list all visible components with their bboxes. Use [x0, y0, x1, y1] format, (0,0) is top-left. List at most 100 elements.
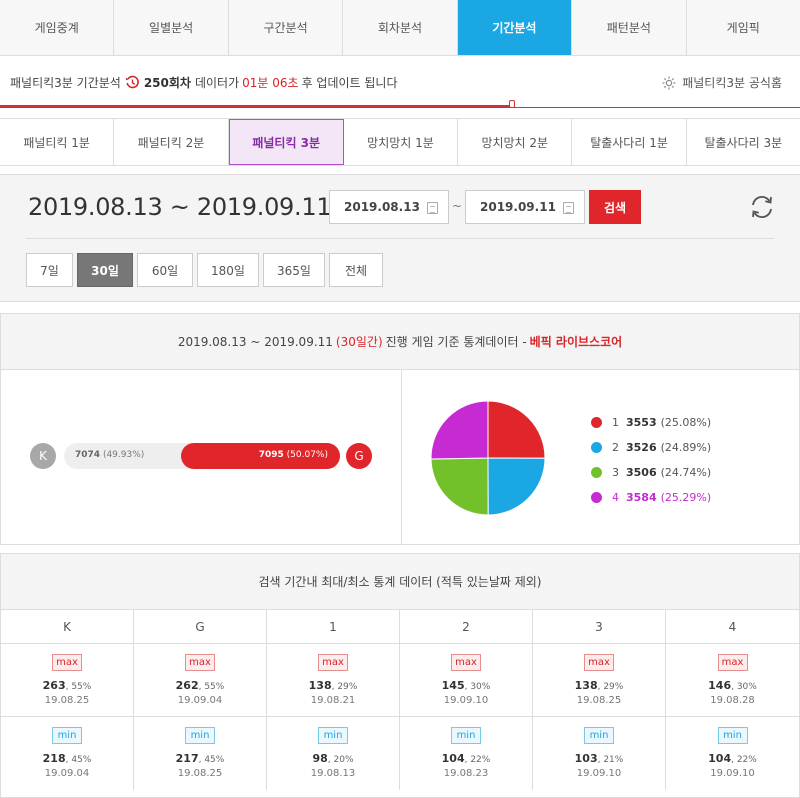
update-status-bar: 패널티킥3분 기간분석 250회차 데이터가 01분 06초 후 업데이트 됩니…	[0, 56, 800, 108]
calendar-icon[interactable]	[563, 202, 574, 214]
min-value: 104, 22%	[441, 752, 491, 765]
min-value: 218, 45%	[42, 752, 92, 765]
min-cell-1: min 98, 20% 19.08.13	[267, 717, 400, 790]
legend-dot-1	[591, 417, 602, 428]
max-value: 138, 29%	[574, 679, 624, 692]
update-progress-knob	[509, 100, 515, 108]
min-cell-3: min 103, 21% 19.09.10	[533, 717, 666, 790]
main-nav: 게임중계 일별분석 구간분석 회차분석 기간분석 패턴분석 게임픽	[0, 0, 800, 56]
max-value: 263, 55%	[42, 679, 92, 692]
pie-slice-2	[487, 457, 546, 516]
period-60d-button[interactable]: 60일	[137, 253, 193, 287]
tab-penalty-kick-2min[interactable]: 패널티킥 2분	[114, 119, 229, 165]
refresh-icon[interactable]	[748, 193, 776, 221]
search-button[interactable]: 검색	[589, 190, 641, 224]
period-365d-button[interactable]: 365일	[263, 253, 325, 287]
period-buttons: 7일 30일 60일 180일 365일 전체	[26, 253, 387, 287]
min-date: 19.09.10	[710, 768, 755, 779]
end-date-input[interactable]: 2019.09.11	[465, 190, 585, 224]
min-date: 19.08.25	[177, 768, 223, 779]
pie-legend: 1 3553 (25.08%) 2 3526 (24.89%) 3 3506 (…	[591, 410, 711, 510]
brand-name: 베픽 라이브스코어	[529, 335, 623, 349]
period-180d-button[interactable]: 180일	[197, 253, 259, 287]
min-value: 98, 20%	[312, 752, 354, 765]
max-date: 19.08.21	[310, 695, 356, 706]
max-date: 19.08.28	[710, 695, 755, 706]
min-cell-g: min 217, 45% 19.08.25	[134, 717, 267, 790]
pie-slice-1	[487, 400, 546, 459]
status-text-1: 데이터가	[194, 76, 240, 90]
max-badge: max	[584, 654, 614, 671]
max-badge: max	[318, 654, 348, 671]
start-date-value: 2019.08.13	[344, 200, 420, 214]
max-date: 19.09.10	[443, 695, 489, 706]
g-stat: 7095 (50.07%)	[258, 450, 328, 460]
stats-header: 2019.08.13 ~ 2019.09.11 (30일간) 진행 게임 기준 …	[1, 314, 799, 370]
tab-pattern-analysis[interactable]: 패턴분석	[572, 0, 687, 55]
start-date-input[interactable]: 2019.08.13	[329, 190, 449, 224]
date-separator: ~	[452, 199, 463, 213]
min-date: 19.08.23	[443, 768, 489, 779]
stats-days: (30일간)	[335, 335, 383, 349]
period-7d-button[interactable]: 7일	[26, 253, 73, 287]
tab-period-analysis[interactable]: 기간분석	[457, 0, 573, 55]
tab-daily-analysis[interactable]: 일별분석	[114, 0, 229, 55]
min-value: 217, 45%	[175, 752, 225, 765]
max-min-panel: 검색 기간내 최대/최소 통계 데이터 (적특 있는날짜 제외) Kmax 263…	[0, 553, 800, 798]
max-date: 19.08.25	[44, 695, 90, 706]
tab-penalty-kick-1min[interactable]: 패널티킥 1분	[0, 119, 115, 165]
min-cell-2: min 104, 22% 19.08.23	[400, 717, 533, 790]
max-value: 145, 30%	[441, 679, 491, 692]
pie-slice-3	[430, 457, 489, 516]
legend-dot-3	[591, 467, 602, 478]
official-home-link[interactable]: 패널티킥3분 공식홈	[662, 74, 782, 91]
max-date: 19.09.04	[177, 695, 223, 706]
max-cell-k: max 263, 55% 19.08.25	[1, 644, 134, 717]
legend-item-1: 1 3553 (25.08%)	[591, 410, 711, 435]
min-badge: min	[185, 727, 215, 744]
max-cell-1: max 138, 29% 19.08.21	[267, 644, 400, 717]
max-value: 146, 30%	[708, 679, 757, 692]
tab-hammer-2min[interactable]: 망치망치 2분	[458, 119, 573, 165]
stats-header-text: 진행 게임 기준 통계데이터 -	[385, 335, 527, 349]
date-range-panel: 2019.08.13 ~ 2019.09.11 2019.08.13 ~ 201…	[0, 174, 800, 302]
tab-section-analysis[interactable]: 구간분석	[229, 0, 344, 55]
column-header-2: 2	[400, 610, 533, 644]
update-progress	[0, 100, 800, 108]
tab-game-pick[interactable]: 게임픽	[687, 0, 800, 55]
tab-hammer-1min[interactable]: 망치망치 1분	[343, 119, 459, 165]
min-badge: min	[717, 727, 748, 744]
max-badge: max	[52, 654, 82, 671]
k-badge: K	[30, 443, 56, 469]
update-status: 패널티킥3분 기간분석 250회차 데이터가 01분 06초 후 업데이트 됩니…	[10, 74, 398, 91]
tab-round-analysis[interactable]: 회차분석	[343, 0, 458, 55]
result-pie-chart	[430, 400, 546, 516]
legend-dot-2	[591, 442, 602, 453]
period-all-button[interactable]: 전체	[329, 253, 383, 287]
min-cell-4: min 104, 22% 19.09.10	[666, 717, 799, 790]
min-badge: min	[584, 727, 614, 744]
max-value: 262, 55%	[175, 679, 225, 692]
column-header-1: 1	[267, 610, 400, 644]
min-badge: min	[451, 727, 481, 744]
max-date: 19.08.25	[576, 695, 622, 706]
column-header-k: K	[1, 610, 134, 644]
min-value: 103, 21%	[574, 752, 624, 765]
update-progress-fill	[0, 105, 512, 107]
tab-escape-ladder-3min[interactable]: 탈출사다리 3분	[686, 119, 800, 165]
column-header-g: G	[134, 610, 267, 644]
max-cell-2: max 145, 30% 19.09.10	[400, 644, 533, 717]
max-badge: max	[451, 654, 481, 671]
tab-penalty-kick-3min[interactable]: 패널티킥 3분	[228, 119, 344, 165]
period-30d-button[interactable]: 30일	[77, 253, 133, 287]
tab-live[interactable]: 게임중계	[0, 0, 115, 55]
stats-divider	[401, 370, 402, 544]
tab-escape-ladder-1min[interactable]: 탈출사다리 1분	[572, 119, 687, 165]
max-badge: max	[185, 654, 215, 671]
g-ratio-fill: 7095 (50.07%)	[180, 443, 340, 469]
min-badge: min	[318, 727, 348, 744]
official-home-label: 패널티킥3분 공식홈	[682, 76, 782, 90]
min-date: 19.09.04	[44, 768, 90, 779]
column-header-4: 4	[666, 610, 799, 644]
calendar-icon[interactable]	[427, 202, 438, 214]
